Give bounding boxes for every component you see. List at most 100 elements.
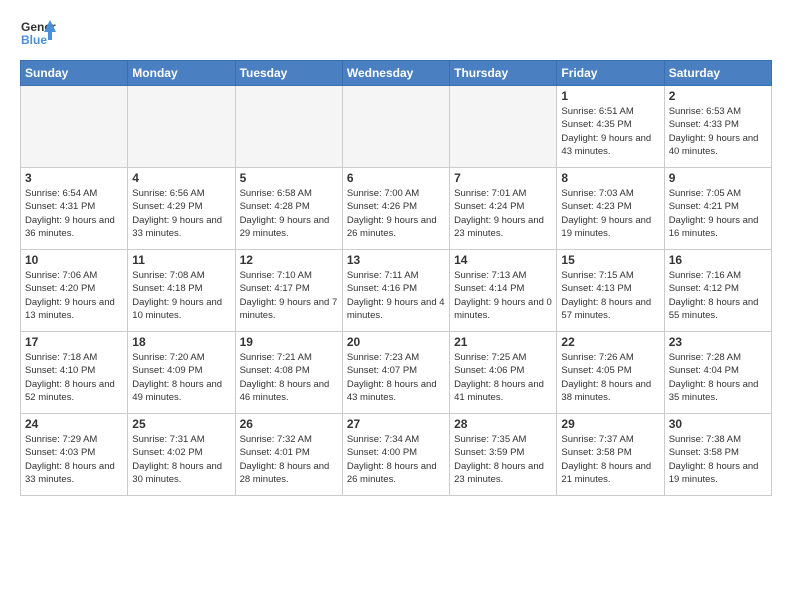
day-number: 26	[240, 417, 338, 431]
calendar-day-cell: 23 Sunrise: 7:28 AM Sunset: 4:04 PM Dayli…	[664, 332, 771, 414]
day-info: Sunrise: 7:15 AM Sunset: 4:13 PM Dayligh…	[561, 269, 659, 322]
day-number: 2	[669, 89, 767, 103]
day-info: Sunrise: 7:00 AM Sunset: 4:26 PM Dayligh…	[347, 187, 445, 240]
calendar-day-cell: 10 Sunrise: 7:06 AM Sunset: 4:20 PM Dayli…	[21, 250, 128, 332]
calendar-table: SundayMondayTuesdayWednesdayThursdayFrid…	[20, 60, 772, 496]
day-number: 27	[347, 417, 445, 431]
calendar-day-cell	[235, 86, 342, 168]
calendar-day-cell: 6 Sunrise: 7:00 AM Sunset: 4:26 PM Daylig…	[342, 168, 449, 250]
weekday-header-wednesday: Wednesday	[342, 61, 449, 86]
day-info: Sunrise: 6:51 AM Sunset: 4:35 PM Dayligh…	[561, 105, 659, 158]
calendar-day-cell: 8Sunrise: 7:03 AM Sunset: 4:23 PM Daylig…	[557, 168, 664, 250]
weekday-header-row: SundayMondayTuesdayWednesdayThursdayFrid…	[21, 61, 772, 86]
day-number: 25	[132, 417, 230, 431]
calendar-week-row: 24 Sunrise: 7:29 AM Sunset: 4:03 PM Dayli…	[21, 414, 772, 496]
calendar-day-cell: 18 Sunrise: 7:20 AM Sunset: 4:09 PM Dayli…	[128, 332, 235, 414]
day-number: 9	[669, 171, 767, 185]
day-info: Sunrise: 7:26 AM Sunset: 4:05 PM Dayligh…	[561, 351, 659, 404]
day-info: Sunrise: 7:20 AM Sunset: 4:09 PM Dayligh…	[132, 351, 230, 404]
weekday-header-tuesday: Tuesday	[235, 61, 342, 86]
day-info: Sunrise: 7:23 AM Sunset: 4:07 PM Dayligh…	[347, 351, 445, 404]
calendar-day-cell: 4 Sunrise: 6:56 AM Sunset: 4:29 PM Daylig…	[128, 168, 235, 250]
day-number: 10	[25, 253, 123, 267]
weekday-header-thursday: Thursday	[450, 61, 557, 86]
calendar-day-cell: 17 Sunrise: 7:18 AM Sunset: 4:10 PM Dayli…	[21, 332, 128, 414]
day-info: Sunrise: 7:08 AM Sunset: 4:18 PM Dayligh…	[132, 269, 230, 322]
day-info: Sunrise: 7:03 AM Sunset: 4:23 PM Dayligh…	[561, 187, 659, 240]
weekday-header-sunday: Sunday	[21, 61, 128, 86]
calendar-day-cell: 27 Sunrise: 7:34 AM Sunset: 4:00 PM Dayli…	[342, 414, 449, 496]
day-number: 17	[25, 335, 123, 349]
calendar-day-cell: 13 Sunrise: 7:11 AM Sunset: 4:16 PM Dayli…	[342, 250, 449, 332]
day-info: Sunrise: 7:18 AM Sunset: 4:10 PM Dayligh…	[25, 351, 123, 404]
calendar-day-cell: 11 Sunrise: 7:08 AM Sunset: 4:18 PM Dayli…	[128, 250, 235, 332]
calendar-page: General Blue SundayMondayTuesdayWednesda…	[0, 0, 792, 612]
header: General Blue	[20, 16, 772, 52]
day-info: Sunrise: 7:13 AM Sunset: 4:14 PM Dayligh…	[454, 269, 552, 322]
day-info: Sunrise: 7:16 AM Sunset: 4:12 PM Dayligh…	[669, 269, 767, 322]
day-info: Sunrise: 7:38 AM Sunset: 3:58 PM Dayligh…	[669, 433, 767, 486]
day-info: Sunrise: 6:58 AM Sunset: 4:28 PM Dayligh…	[240, 187, 338, 240]
day-number: 4	[132, 171, 230, 185]
calendar-day-cell: 7Sunrise: 7:01 AM Sunset: 4:24 PM Daylig…	[450, 168, 557, 250]
day-number: 14	[454, 253, 552, 267]
weekday-header-saturday: Saturday	[664, 61, 771, 86]
logo-svg: General Blue	[20, 16, 56, 52]
calendar-day-cell: 9 Sunrise: 7:05 AM Sunset: 4:21 PM Daylig…	[664, 168, 771, 250]
day-info: Sunrise: 7:06 AM Sunset: 4:20 PM Dayligh…	[25, 269, 123, 322]
calendar-day-cell: 24 Sunrise: 7:29 AM Sunset: 4:03 PM Dayli…	[21, 414, 128, 496]
day-number: 30	[669, 417, 767, 431]
day-info: Sunrise: 7:34 AM Sunset: 4:00 PM Dayligh…	[347, 433, 445, 486]
day-info: Sunrise: 7:10 AM Sunset: 4:17 PM Dayligh…	[240, 269, 338, 322]
calendar-day-cell: 5 Sunrise: 6:58 AM Sunset: 4:28 PM Daylig…	[235, 168, 342, 250]
day-number: 22	[561, 335, 659, 349]
calendar-day-cell: 30 Sunrise: 7:38 AM Sunset: 3:58 PM Dayli…	[664, 414, 771, 496]
day-info: Sunrise: 7:05 AM Sunset: 4:21 PM Dayligh…	[669, 187, 767, 240]
day-number: 11	[132, 253, 230, 267]
day-number: 21	[454, 335, 552, 349]
calendar-day-cell: 29 Sunrise: 7:37 AM Sunset: 3:58 PM Dayli…	[557, 414, 664, 496]
calendar-day-cell: 25 Sunrise: 7:31 AM Sunset: 4:02 PM Dayli…	[128, 414, 235, 496]
calendar-day-cell	[450, 86, 557, 168]
calendar-day-cell	[128, 86, 235, 168]
day-info: Sunrise: 6:53 AM Sunset: 4:33 PM Dayligh…	[669, 105, 767, 158]
calendar-day-cell	[342, 86, 449, 168]
calendar-day-cell: 26Sunrise: 7:32 AM Sunset: 4:01 PM Dayli…	[235, 414, 342, 496]
day-number: 29	[561, 417, 659, 431]
day-info: Sunrise: 6:56 AM Sunset: 4:29 PM Dayligh…	[132, 187, 230, 240]
calendar-week-row: 17 Sunrise: 7:18 AM Sunset: 4:10 PM Dayli…	[21, 332, 772, 414]
calendar-week-row: 10 Sunrise: 7:06 AM Sunset: 4:20 PM Dayli…	[21, 250, 772, 332]
day-number: 15	[561, 253, 659, 267]
calendar-day-cell: 1Sunrise: 6:51 AM Sunset: 4:35 PM Daylig…	[557, 86, 664, 168]
day-info: Sunrise: 7:21 AM Sunset: 4:08 PM Dayligh…	[240, 351, 338, 404]
calendar-day-cell: 3Sunrise: 6:54 AM Sunset: 4:31 PM Daylig…	[21, 168, 128, 250]
day-info: Sunrise: 7:37 AM Sunset: 3:58 PM Dayligh…	[561, 433, 659, 486]
calendar-day-cell: 16Sunrise: 7:16 AM Sunset: 4:12 PM Dayli…	[664, 250, 771, 332]
day-number: 5	[240, 171, 338, 185]
logo: General Blue	[20, 16, 56, 52]
calendar-day-cell: 15 Sunrise: 7:15 AM Sunset: 4:13 PM Dayli…	[557, 250, 664, 332]
day-number: 28	[454, 417, 552, 431]
calendar-day-cell: 28Sunrise: 7:35 AM Sunset: 3:59 PM Dayli…	[450, 414, 557, 496]
day-number: 13	[347, 253, 445, 267]
day-info: Sunrise: 7:29 AM Sunset: 4:03 PM Dayligh…	[25, 433, 123, 486]
day-number: 19	[240, 335, 338, 349]
weekday-header-friday: Friday	[557, 61, 664, 86]
calendar-day-cell: 19 Sunrise: 7:21 AM Sunset: 4:08 PM Dayli…	[235, 332, 342, 414]
day-info: Sunrise: 7:28 AM Sunset: 4:04 PM Dayligh…	[669, 351, 767, 404]
day-number: 24	[25, 417, 123, 431]
day-number: 23	[669, 335, 767, 349]
day-number: 6	[347, 171, 445, 185]
weekday-header-monday: Monday	[128, 61, 235, 86]
day-number: 20	[347, 335, 445, 349]
day-number: 18	[132, 335, 230, 349]
calendar-week-row: 1Sunrise: 6:51 AM Sunset: 4:35 PM Daylig…	[21, 86, 772, 168]
calendar-day-cell: 2 Sunrise: 6:53 AM Sunset: 4:33 PM Daylig…	[664, 86, 771, 168]
svg-text:Blue: Blue	[21, 33, 47, 47]
day-info: Sunrise: 7:11 AM Sunset: 4:16 PM Dayligh…	[347, 269, 445, 322]
calendar-day-cell: 12Sunrise: 7:10 AM Sunset: 4:17 PM Dayli…	[235, 250, 342, 332]
day-info: Sunrise: 7:31 AM Sunset: 4:02 PM Dayligh…	[132, 433, 230, 486]
calendar-day-cell: 14 Sunrise: 7:13 AM Sunset: 4:14 PM Dayli…	[450, 250, 557, 332]
day-info: Sunrise: 7:25 AM Sunset: 4:06 PM Dayligh…	[454, 351, 552, 404]
calendar-day-cell: 22 Sunrise: 7:26 AM Sunset: 4:05 PM Dayli…	[557, 332, 664, 414]
